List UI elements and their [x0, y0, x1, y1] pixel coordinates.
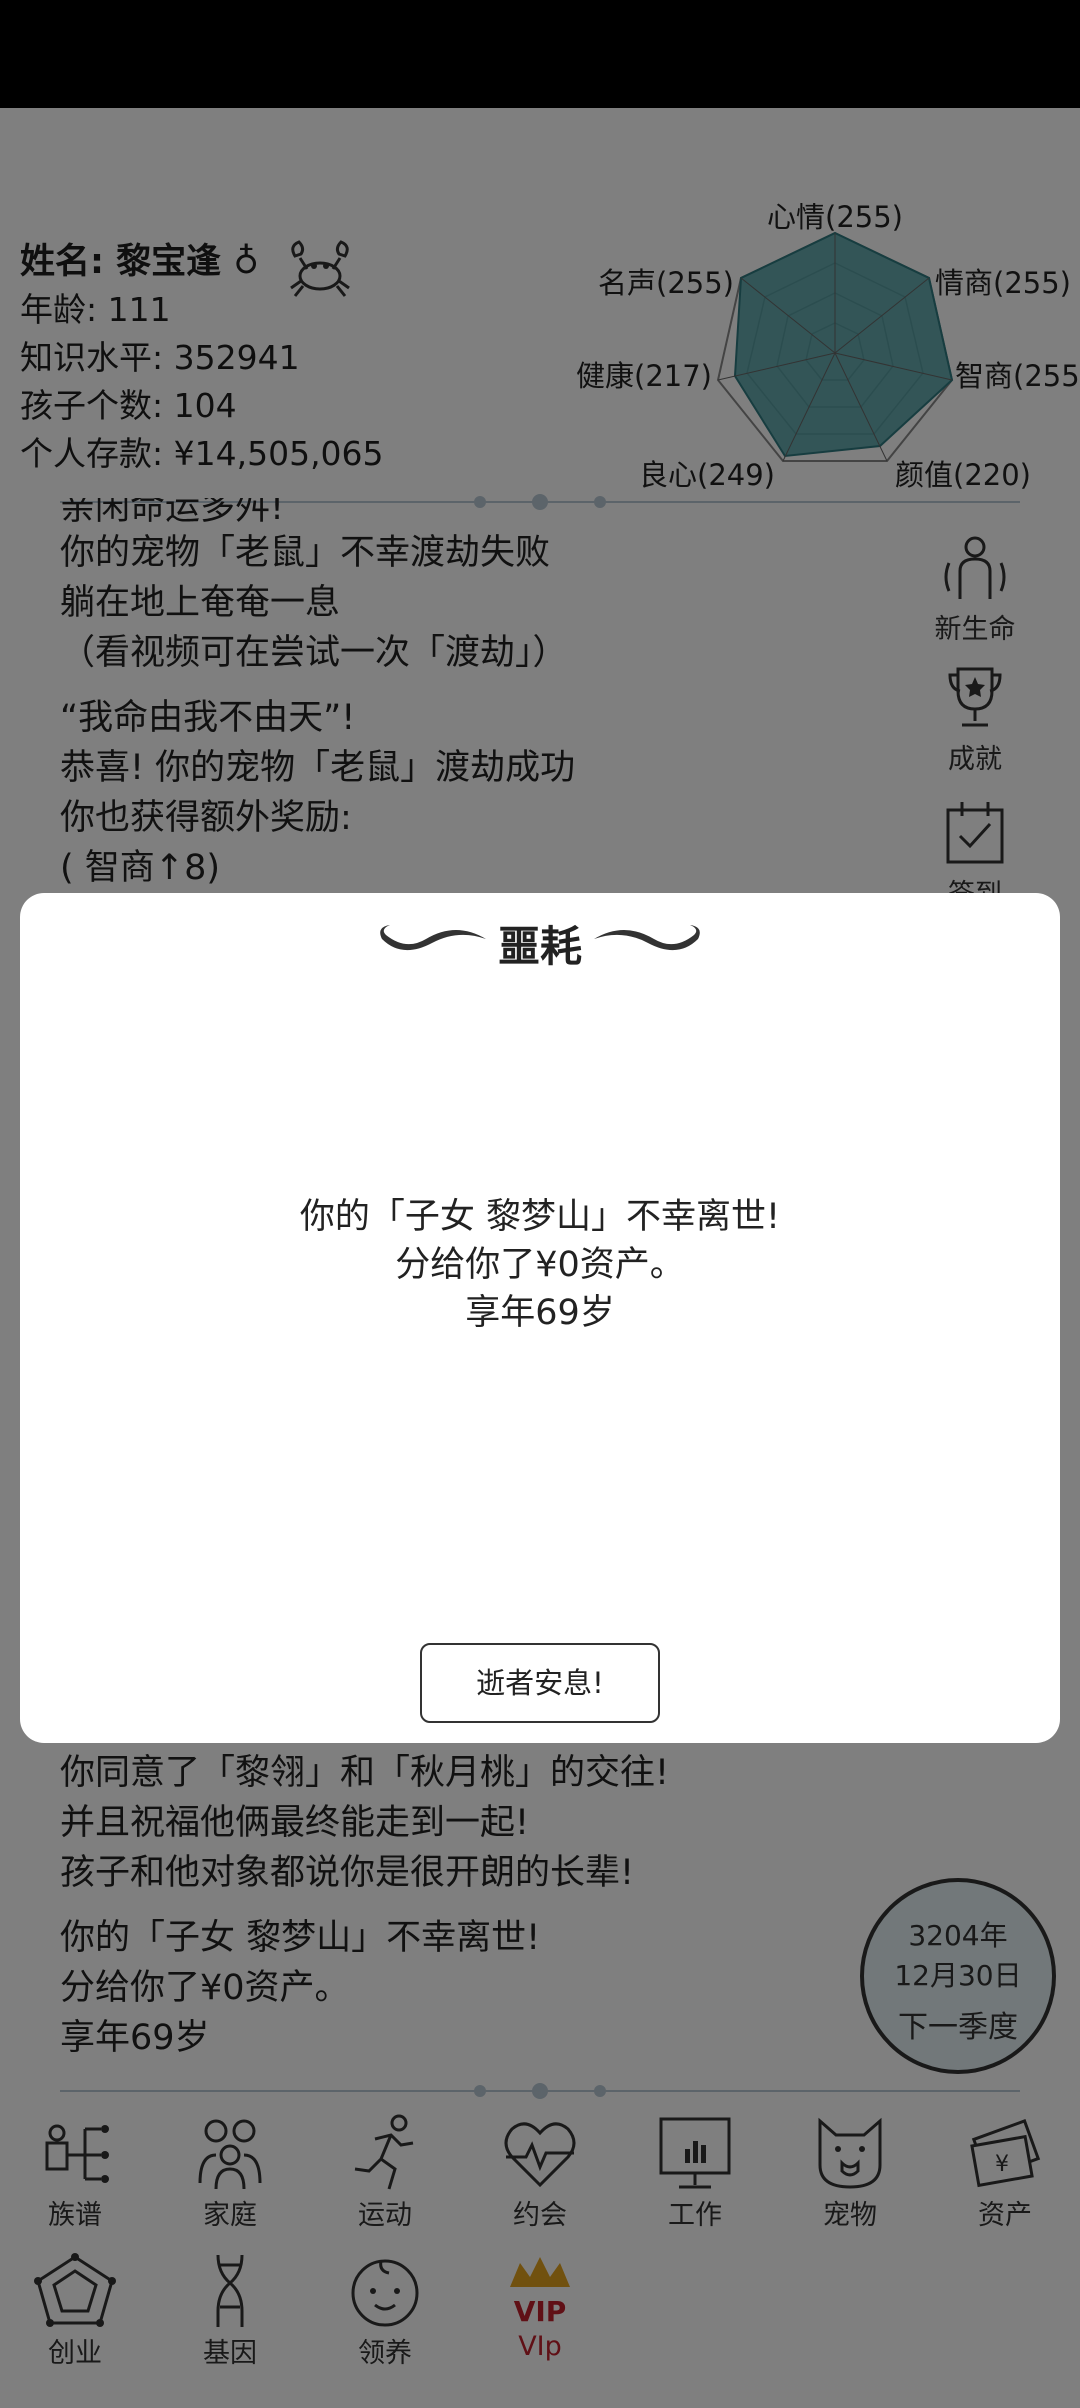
dialog-title-wrap: 噩耗	[20, 913, 1060, 974]
death-notice-dialog: 噩耗 你的「子女 黎梦山」不幸离世! 分给你了¥0资产。 享年69岁 逝者安息!	[20, 893, 1060, 1743]
rest-in-peace-button[interactable]: 逝者安息!	[420, 1643, 660, 1723]
dialog-line-3: 享年69岁	[465, 1293, 615, 1333]
dialog-message: 你的「子女 黎梦山」不幸离世! 分给你了¥0资产。 享年69岁	[20, 1193, 1060, 1337]
right-flourish-icon	[594, 925, 700, 951]
left-flourish-icon	[380, 925, 486, 951]
dialog-line-1: 你的「子女 黎梦山」不幸离世!	[299, 1197, 781, 1237]
dialog-title: 噩耗	[497, 922, 582, 971]
dialog-line-2: 分给你了¥0资产。	[395, 1245, 685, 1285]
